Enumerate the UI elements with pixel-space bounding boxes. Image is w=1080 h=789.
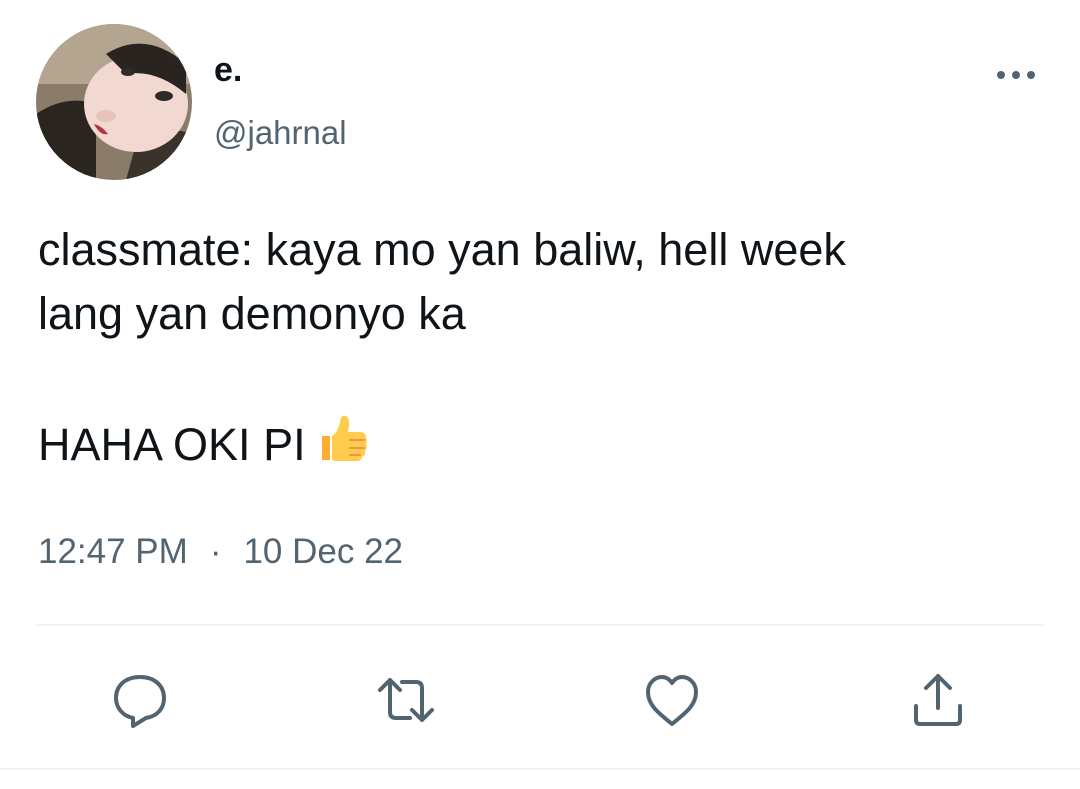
thumbs-up-emoji [316,410,372,483]
tweet-text-line2: HAHA OKI PI [38,419,306,470]
share-button[interactable] [906,668,970,732]
share-icon [914,674,962,726]
heart-icon [646,675,698,726]
retweet-button[interactable] [374,668,438,732]
tweet-date[interactable]: 10 Dec 22 [243,532,403,571]
user-handle[interactable]: @jahrnal [214,113,347,153]
like-button[interactable] [640,668,704,732]
tweet-text-line1: classmate: kaya mo yan baliw, hell week … [38,224,846,339]
tweet-text: classmate: kaya mo yan baliw, hell week … [38,218,1048,483]
reply-button[interactable] [108,668,172,732]
avatar-image [36,24,192,180]
reply-icon [114,675,166,728]
tweet-timestamp: 12:47 PM · 10 Dec 22 [38,530,403,574]
more-button[interactable] [992,55,1040,95]
tweet: e. @jahrnal classmate: kaya mo yan baliw… [0,0,1080,789]
meta-separator: · [209,532,222,571]
retweet-icon [378,678,434,722]
bottom-divider [0,768,1080,770]
avatar[interactable] [36,24,192,180]
divider [36,624,1044,626]
tweet-time[interactable]: 12:47 PM [38,532,188,571]
more-icon [997,71,1035,79]
display-name[interactable]: e. [214,50,242,90]
